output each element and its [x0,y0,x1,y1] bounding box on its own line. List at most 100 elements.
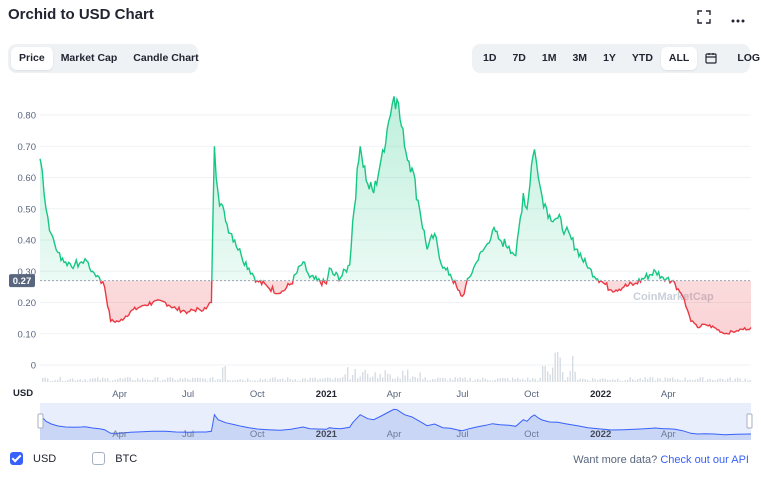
volume-bar [227,380,229,382]
volume-bar [594,379,596,382]
x-tick-label: Apr [387,389,402,400]
volume-bar [162,379,164,382]
volume-bar [344,374,346,382]
volume-bar [547,371,549,382]
usd-checkbox[interactable] [10,452,23,465]
volume-bar [324,377,326,382]
usd-label: USD [33,452,57,465]
volume-bar [612,379,614,382]
volume-bar [109,380,111,382]
volume-bar [722,378,724,382]
y-axis: 00.100.200.300.400.500.600.700.80 [18,111,37,372]
volume-bar [192,377,194,382]
volume-bar [574,371,576,382]
volume-bar [399,378,401,382]
volume-bar [467,380,469,382]
volume-bar [294,379,296,382]
volume-bar [409,378,411,382]
volume-bar [262,379,264,382]
volume-bar [369,377,371,382]
volume-bar [139,379,141,382]
volume-bar [232,380,234,382]
volume-bar [577,379,579,382]
volume-bar [339,378,341,382]
navigator-tick-label: Apr [661,429,676,440]
navigator-tick-label: 2022 [590,429,611,440]
volume-bar [44,377,46,382]
volume-bar [47,378,49,382]
volume-bar [719,378,721,382]
volume-bar [519,379,521,382]
x-tick-label: Jul [456,389,468,400]
api-link[interactable]: Check out our API [660,454,749,466]
btc-checkbox[interactable] [92,452,106,465]
volume-bar [539,377,541,382]
volume-bar [249,380,251,382]
volume-bar [714,380,716,382]
volume-bar [402,370,404,382]
x-tick-label: Oct [524,389,539,400]
volume-bar [277,379,279,382]
volume-bar [87,380,89,382]
volume-bar [569,370,571,382]
current-price-tag: 0.27 [9,274,35,288]
volume-bar [137,378,139,382]
volume-bar [384,370,386,382]
volume-bar [489,380,491,382]
volume-bars [42,351,751,382]
volume-bar [164,379,166,382]
volume-bar [642,379,644,382]
volume-bar [67,380,69,382]
volume-bar [622,380,624,382]
volume-bar [747,380,749,382]
volume-bar [49,380,51,382]
y-tick-label: 0.40 [18,236,37,247]
volume-bar [404,375,406,382]
volume-bar [504,378,506,382]
volume-bar [177,379,179,382]
volume-bar [144,379,146,382]
x-axis: Apr Jul Oct 2021 Apr Jul Oct 2022 Apr [112,389,675,400]
volume-bar [64,380,66,382]
navigator-left-handle[interactable] [37,413,44,429]
volume-bar [499,378,501,382]
navigator-right-handle[interactable] [746,413,753,429]
volume-bar [609,380,611,382]
volume-bar [659,378,661,382]
volume-bar [697,378,699,382]
volume-bar [512,377,514,382]
volume-bar [634,380,636,382]
volume-bar [649,377,651,382]
navigator[interactable]: Apr Jul Oct 2021 Apr Jul Oct 2022 Apr [37,403,753,440]
volume-bar [647,379,649,382]
volume-bar [394,378,396,382]
volume-bar [57,379,59,382]
volume-bar [332,379,334,382]
volume-bar [482,377,484,382]
volume-bar [374,372,376,382]
volume-bar [704,380,706,382]
volume-bar [442,377,444,382]
volume-bar [632,379,634,382]
volume-bar [97,377,99,382]
volume-bar [564,380,566,382]
volume-bar [557,351,559,382]
volume-bar [487,379,489,382]
volume-bar [222,367,224,382]
volume-bar [292,380,294,382]
volume-bar [317,379,319,382]
volume-bar [149,380,151,382]
volume-bar [217,379,219,382]
volume-bar [157,377,159,382]
y-tick-label: 0.50 [18,204,37,215]
price-chart[interactable]: 00.100.200.300.400.500.600.700.80 CoinMa… [0,0,761,450]
volume-bar [362,372,364,382]
volume-bar [129,377,131,382]
volume-bar [562,372,564,382]
volume-bar [299,380,301,382]
volume-bar [282,378,284,382]
volume-bar [414,377,416,382]
volume-bar [417,378,419,382]
volume-bar [287,377,289,382]
volume-bar [687,380,689,382]
